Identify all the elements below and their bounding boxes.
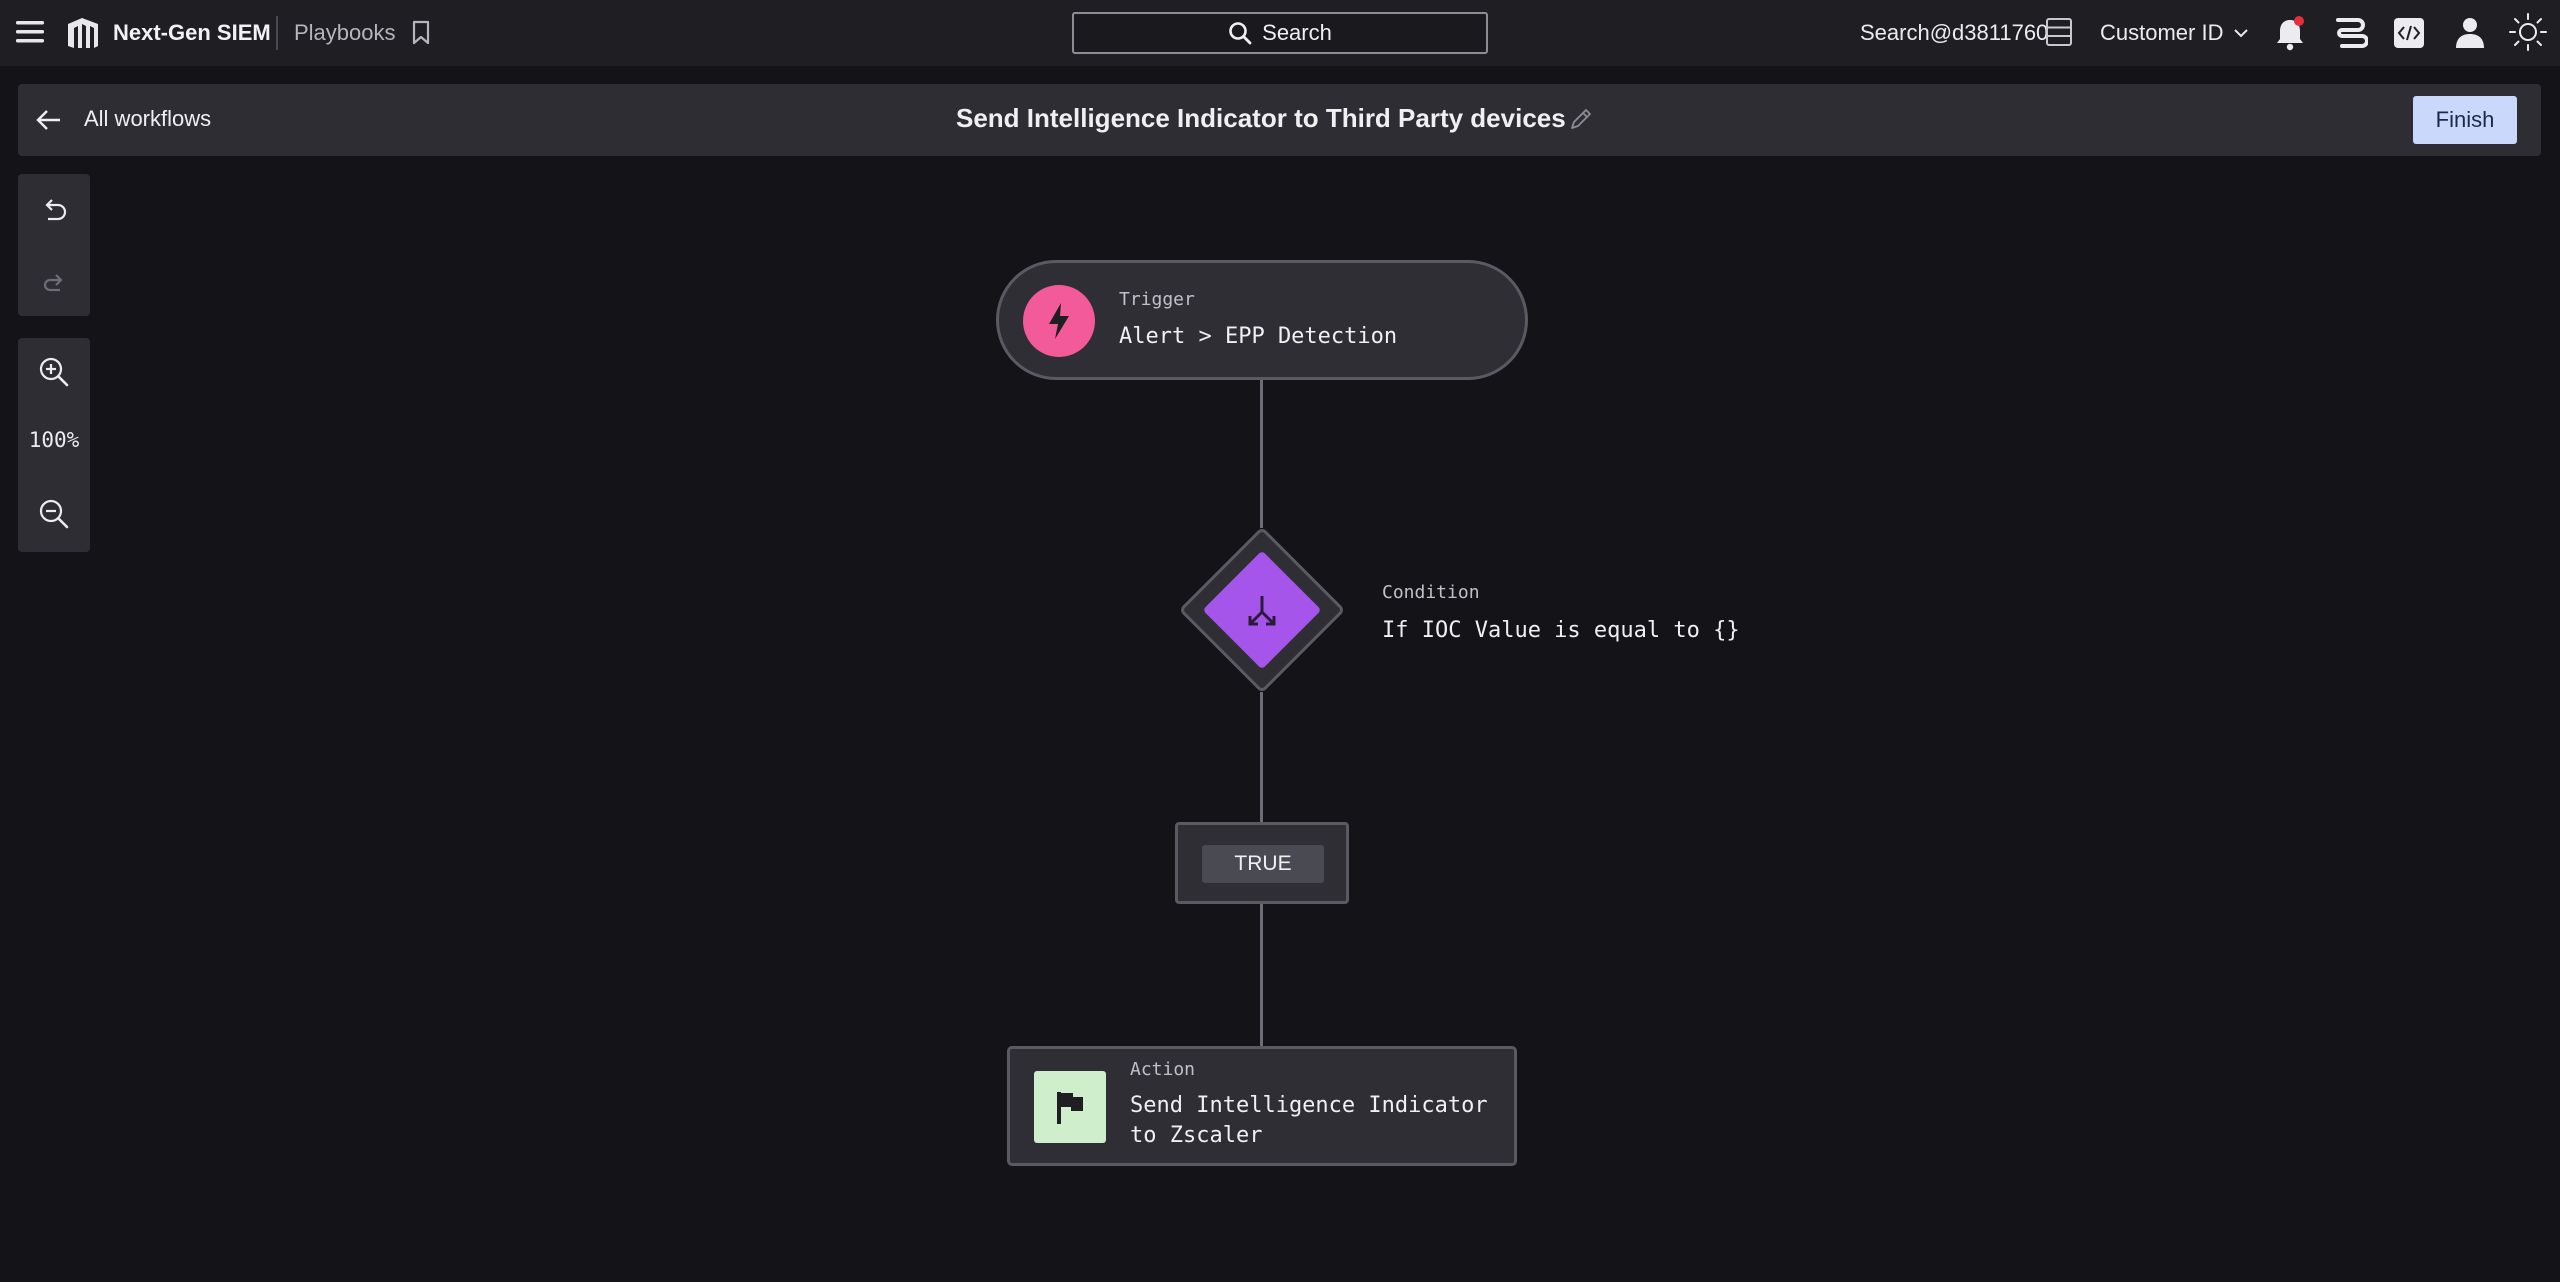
- condition-kind-label: Condition: [1382, 582, 1480, 603]
- zoom-level: 100%: [28, 428, 80, 452]
- person-icon[interactable]: [2452, 14, 2488, 50]
- workflow-header: All workflows Send Intelligence Indicato…: [18, 84, 2541, 156]
- branch-true-label: TRUE: [1202, 845, 1324, 883]
- workflow-title: Send Intelligence Indicator to Third Par…: [956, 103, 1566, 133]
- code-icon[interactable]: [2392, 16, 2426, 50]
- stack-icon[interactable]: [2332, 16, 2368, 50]
- customer-id-dropdown[interactable]: Customer ID: [2100, 18, 2249, 48]
- customer-id-label: Customer ID: [2100, 20, 2224, 45]
- zoom-in-icon[interactable]: [36, 354, 72, 390]
- zoom-toolbar: 100%: [18, 338, 90, 552]
- all-workflows-link[interactable]: All workflows: [84, 106, 211, 132]
- divider: [276, 16, 278, 50]
- chevron-down-icon: [2234, 29, 2249, 38]
- condition-text: If IOC Value is equal to {}: [1382, 618, 1740, 643]
- lightning-icon: [1023, 285, 1095, 357]
- action-node[interactable]: Action Send Intelligence Indicator to Zs…: [1007, 1046, 1517, 1166]
- sun-icon[interactable]: [2508, 12, 2548, 52]
- breadcrumb-playbooks[interactable]: Playbooks: [294, 18, 396, 48]
- finish-button[interactable]: Finish: [2413, 96, 2517, 144]
- user-search-label[interactable]: Search@d3811760: [1860, 18, 2048, 48]
- search-button[interactable]: Search: [1072, 12, 1488, 54]
- edit-pencil-icon[interactable]: [1566, 104, 1596, 134]
- bookmark-icon[interactable]: [410, 20, 432, 46]
- top-bar: Next-Gen SIEM Playbooks Search Search@d3…: [0, 0, 2560, 66]
- action-text-line2: to Zscaler: [1130, 1123, 1263, 1148]
- bell-icon[interactable]: [2272, 14, 2308, 52]
- search-label: Search: [1262, 20, 1332, 45]
- trigger-node[interactable]: Trigger Alert > EPP Detection: [996, 260, 1528, 380]
- trigger-kind-label: Trigger: [1119, 289, 1195, 310]
- back-arrow-icon[interactable]: [34, 106, 64, 134]
- database-icon[interactable]: [2044, 16, 2074, 48]
- app-name[interactable]: Next-Gen SIEM: [113, 18, 271, 48]
- branch-icon: [1242, 590, 1282, 630]
- connector-line: [1260, 692, 1263, 824]
- action-kind-label: Action: [1130, 1059, 1196, 1080]
- action-text-line1: Send Intelligence Indicator: [1130, 1093, 1488, 1118]
- trigger-text: Alert > EPP Detection: [1119, 324, 1398, 349]
- zoom-out-icon[interactable]: [36, 496, 72, 532]
- history-toolbar: [18, 174, 90, 316]
- connector-line: [1260, 380, 1263, 528]
- search-icon: [1229, 22, 1252, 45]
- logo-icon[interactable]: [64, 14, 102, 52]
- branch-true-node[interactable]: TRUE: [1175, 822, 1349, 904]
- menu-icon[interactable]: [14, 16, 46, 48]
- undo-icon[interactable]: [36, 194, 72, 230]
- connector-line: [1260, 904, 1263, 1048]
- redo-icon[interactable]: [36, 264, 72, 300]
- flag-icon: [1034, 1071, 1106, 1143]
